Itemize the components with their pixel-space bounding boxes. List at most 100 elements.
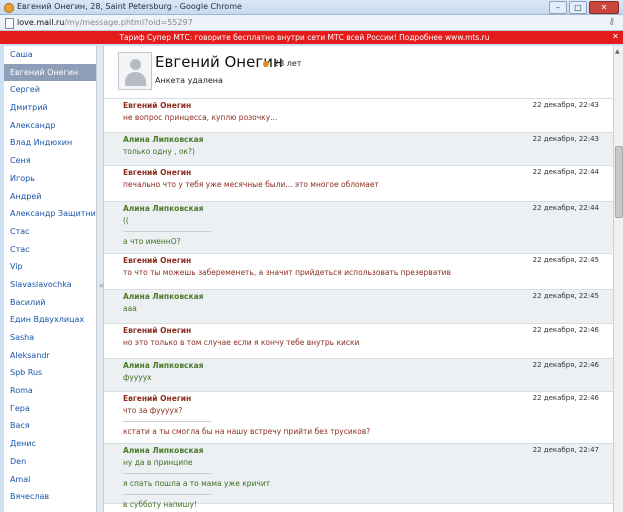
- message-time: 22 декабря, 22:44: [532, 204, 599, 212]
- message-author[interactable]: Алина Липковская: [123, 446, 203, 455]
- sidebar-item[interactable]: Сергей: [4, 81, 96, 99]
- window-title: Евгений Онегин, 28, Saint Petersburg - G…: [17, 2, 242, 11]
- scroll-up-icon[interactable]: ▲: [615, 48, 620, 55]
- sidebar-item[interactable]: Василий: [4, 294, 96, 312]
- message-text: не вопрос принцесса, куплю розочку...: [123, 113, 278, 122]
- sidebar-item[interactable]: Aleksandr: [4, 347, 96, 365]
- close-window-icon[interactable]: ✕: [589, 1, 619, 14]
- sidebar-item[interactable]: Денис: [4, 435, 96, 453]
- sidebar-item[interactable]: Slavaslavochka: [4, 276, 96, 294]
- message-separator: [123, 421, 211, 422]
- message-body: но это только в том случае если я кончу …: [123, 338, 593, 353]
- message-time: 22 декабря, 22:44: [532, 168, 599, 176]
- sidebar-item[interactable]: Дмитрий: [4, 99, 96, 117]
- message-body: что за фуууух? кстати а ты смогла бы на н…: [123, 406, 593, 442]
- message-time: 22 декабря, 22:43: [532, 101, 599, 109]
- message-author[interactable]: Алина Липковская: [123, 135, 203, 144]
- message-author[interactable]: Алина Липковская: [123, 292, 203, 301]
- sidebar-item[interactable]: Стас: [4, 223, 96, 241]
- sidebar-item[interactable]: Сеня: [4, 152, 96, 170]
- message-item: Алина Липковская 22 декабря, 22:43 только …: [104, 133, 613, 166]
- avatar-body-icon: [125, 72, 146, 86]
- message-body: ((а что именнО?: [123, 216, 593, 252]
- message-author[interactable]: Евгений Онегин: [123, 256, 191, 265]
- message-text: но это только в том случае если я кончу …: [123, 338, 360, 347]
- sidebar-item[interactable]: Александр Защитник: [4, 205, 96, 223]
- address-bar[interactable]: love.mail.ru/my/message.phtml?oid=55297 …: [0, 15, 623, 31]
- sidebar-item[interactable]: Стас: [4, 241, 96, 259]
- message-time: 22 декабря, 22:43: [532, 135, 599, 143]
- key-icon[interactable]: ⚷: [608, 17, 615, 27]
- message-separator: [123, 473, 211, 474]
- message-body: только одну , ок?): [123, 147, 593, 162]
- message-author[interactable]: Евгений Онегин: [123, 326, 191, 335]
- banner-text[interactable]: Тариф Супер МТС: говорите бесплатно внут…: [0, 33, 609, 42]
- sidebar-item[interactable]: Spb Rus: [4, 364, 96, 382]
- message-body: ну да в принципе я спать пошла а то мама …: [123, 458, 593, 512]
- message-text: а что именнО?: [123, 237, 181, 246]
- sidebar-item[interactable]: Den: [4, 453, 96, 471]
- message-author[interactable]: Алина Липковская: [123, 361, 203, 370]
- message-list: Евгений Онегин 22 декабря, 22:43 не вопрос…: [104, 99, 613, 509]
- address-url[interactable]: love.mail.ru/my/message.phtml?oid=55297: [17, 18, 193, 27]
- message-text: что за фуууух?: [123, 406, 183, 415]
- message-item: Евгений Онегин 22 декабря, 22:45 то что ты…: [104, 254, 613, 290]
- sidebar-item[interactable]: Sasha: [4, 329, 96, 347]
- message-time: 22 декабря, 22:47: [532, 446, 599, 454]
- message-item: Алина Липковская 22 декабря, 22:44 ((а что…: [104, 202, 613, 254]
- message-body: фуууух: [123, 373, 593, 388]
- contacts-sidebar: Саша Евгений Онегин Сергей Дмитрий Александр…: [4, 46, 96, 512]
- message-text: фуууух: [123, 373, 152, 382]
- url-path: /my/message.phtml?oid=55297: [64, 18, 193, 27]
- message-body: ааа: [123, 304, 593, 319]
- message-item: Евгений Онегин 22 декабря, 22:44 печально …: [104, 166, 613, 202]
- message-time: 22 декабря, 22:45: [532, 256, 599, 264]
- message-author[interactable]: Евгений Онегин: [123, 168, 191, 177]
- message-text: кстати а ты смогла бы на нашу встречу пр…: [123, 427, 371, 436]
- sidebar-item[interactable]: Вася: [4, 417, 96, 435]
- message-text: в субботу напишу!: [123, 500, 197, 509]
- sidebar-item[interactable]: Вячеслав: [4, 488, 96, 506]
- message-text: печально что у тебя уже месячные были...…: [123, 180, 379, 189]
- profile-age: 28 лет: [274, 59, 302, 68]
- sidebar-item[interactable]: Amal: [4, 471, 96, 489]
- message-author[interactable]: Алина Липковская: [123, 204, 203, 213]
- sidebar-item[interactable]: Игорь: [4, 170, 96, 188]
- sidebar-item[interactable]: Саша: [4, 46, 96, 64]
- maximize-icon[interactable]: □: [569, 1, 587, 14]
- pane-splitter[interactable]: ≡: [96, 46, 104, 512]
- scrollbar-thumb[interactable]: [615, 146, 623, 218]
- message-time: 22 декабря, 22:46: [532, 326, 599, 334]
- message-body: то что ты можешь забеременеть, а значит …: [123, 268, 593, 283]
- banner-close-icon[interactable]: ✕: [611, 32, 620, 42]
- ad-banner[interactable]: Тариф Супер МТС: говорите бесплатно внут…: [0, 31, 623, 44]
- conversation-panel: Евгений Онегин 28 лет Анкета удалена Евг…: [104, 46, 613, 512]
- message-separator: [123, 494, 211, 495]
- message-item: Алина Липковская 22 декабря, 22:47 ну да в…: [104, 444, 613, 509]
- app-icon: [4, 3, 14, 13]
- message-item: Алина Липковская 22 декабря, 22:45 ааа: [104, 290, 613, 324]
- window-controls: – □ ✕: [549, 1, 619, 14]
- vertical-scrollbar[interactable]: ▲: [613, 46, 623, 512]
- avatar[interactable]: [118, 52, 152, 90]
- sidebar-item[interactable]: Александр: [4, 117, 96, 135]
- message-item: Алина Липковская 22 декабря, 22:46 фуууух: [104, 359, 613, 392]
- message-time: 22 декабря, 22:46: [532, 394, 599, 402]
- message-author[interactable]: Евгений Онегин: [123, 394, 191, 403]
- message-author[interactable]: Евгений Онегин: [123, 101, 191, 110]
- profile-header: Евгений Онегин 28 лет Анкета удалена: [104, 46, 613, 99]
- message-text: я спать пошла а то мама уже кричит: [123, 479, 271, 488]
- sidebar-item[interactable]: Vip: [4, 258, 96, 276]
- message-text: ну да в принципе: [123, 458, 193, 467]
- message-text: только одну , ок?): [123, 147, 195, 156]
- message-item: Евгений Онегин 22 декабря, 22:46 что за фу…: [104, 392, 613, 444]
- sidebar-item[interactable]: Андрей: [4, 188, 96, 206]
- sidebar-item[interactable]: Roma: [4, 382, 96, 400]
- sidebar-item[interactable]: Един Вдвухлицах: [4, 311, 96, 329]
- sidebar-item[interactable]: Гера: [4, 400, 96, 418]
- online-status-icon: [263, 61, 269, 67]
- minimize-icon[interactable]: –: [549, 1, 567, 14]
- sidebar-item[interactable]: Евгений Онегин: [4, 63, 96, 82]
- sidebar-item[interactable]: Влад Индюхин: [4, 134, 96, 152]
- message-body: печально что у тебя уже месячные были...…: [123, 180, 593, 195]
